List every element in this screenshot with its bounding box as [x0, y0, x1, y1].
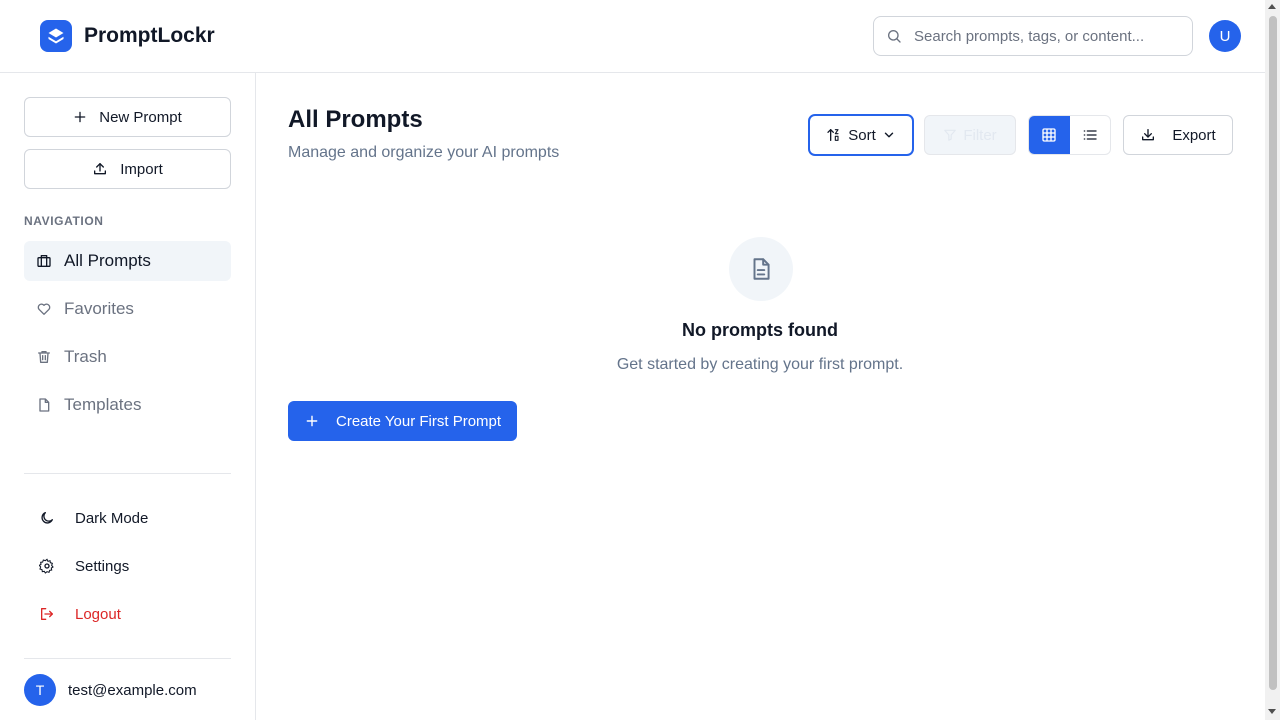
new-prompt-label: New Prompt: [99, 108, 182, 126]
layers-logo-icon: [40, 20, 72, 52]
grid-icon: [1042, 128, 1056, 142]
settings-label: Settings: [75, 557, 130, 575]
sidebar-item-templates[interactable]: Templates: [24, 385, 231, 425]
moon-icon: [41, 511, 53, 524]
grid-view-button[interactable]: [1029, 116, 1070, 154]
sidebar: New Prompt Import NAVIGATION All Prompts…: [0, 73, 256, 720]
file-icon: [39, 398, 50, 412]
sidebar-item-label: Favorites: [64, 299, 134, 318]
import-button[interactable]: Import: [24, 149, 231, 189]
avatar: T: [24, 674, 56, 706]
sort-icon: [827, 129, 839, 141]
dark-mode-toggle[interactable]: Dark Mode: [24, 498, 231, 538]
logout-label: Logout: [75, 605, 121, 623]
dark-mode-label: Dark Mode: [75, 509, 149, 527]
settings-button[interactable]: Settings: [24, 546, 231, 586]
scroll-up-icon[interactable]: [1268, 4, 1276, 9]
new-prompt-button[interactable]: New Prompt: [24, 97, 231, 137]
sidebar-item-label: Templates: [64, 395, 142, 414]
filter-button[interactable]: Filter: [924, 115, 1016, 155]
list-icon: [1083, 130, 1097, 140]
user-avatar[interactable]: U: [1209, 20, 1241, 52]
chevron-down-icon: [884, 132, 893, 138]
page-scrollbar[interactable]: [1265, 0, 1280, 720]
sidebar-divider: [24, 473, 231, 474]
sort-label: Sort: [848, 126, 876, 144]
sidebar-item-all-prompts[interactable]: All Prompts: [24, 241, 231, 281]
view-toggle: [1028, 115, 1111, 155]
export-label: Export: [1172, 126, 1216, 144]
scrollbar-thumb[interactable]: [1269, 16, 1277, 690]
create-first-prompt-label: Create Your First Prompt: [336, 412, 502, 430]
sort-button[interactable]: Sort: [808, 114, 914, 156]
search-box[interactable]: [873, 16, 1193, 56]
create-first-prompt-button[interactable]: Create Your First Prompt: [288, 401, 517, 441]
filter-icon: [944, 129, 957, 141]
top-header: PromptLockr U: [0, 0, 1265, 73]
trash-icon: [38, 351, 50, 363]
logout-button[interactable]: Logout: [24, 594, 231, 634]
folder-icon: [37, 255, 51, 267]
empty-state-description: Get started by creating your first promp…: [616, 356, 904, 373]
sidebar-item-trash[interactable]: Trash: [24, 337, 231, 377]
logout-icon: [41, 608, 53, 620]
export-button[interactable]: Export: [1123, 115, 1233, 155]
page-subtitle: Manage and organize your AI prompts: [288, 144, 560, 161]
download-icon: [1142, 129, 1155, 141]
heart-icon: [37, 303, 51, 315]
nav-heading: NAVIGATION: [24, 214, 104, 228]
plus-icon: [74, 111, 86, 123]
scroll-down-icon[interactable]: [1268, 709, 1276, 714]
page-title: All Prompts: [288, 106, 423, 133]
sidebar-item-label: All Prompts: [64, 251, 151, 270]
upload-icon: [94, 163, 107, 175]
plus-icon: [306, 415, 318, 427]
user-email: test@example.com: [68, 681, 197, 699]
user-profile[interactable]: T test@example.com: [24, 674, 197, 706]
search-input[interactable]: [914, 27, 1174, 45]
app-name: PromptLockr: [84, 24, 215, 47]
sidebar-divider: [24, 658, 231, 659]
sidebar-item-favorites[interactable]: Favorites: [24, 289, 231, 329]
gear-icon: [39, 558, 54, 574]
search-icon: [888, 30, 901, 43]
import-label: Import: [120, 160, 163, 178]
filter-label: Filter: [963, 126, 997, 144]
list-view-button[interactable]: [1070, 116, 1111, 154]
document-icon: [729, 237, 793, 301]
empty-state-title: No prompts found: [682, 320, 838, 340]
brand[interactable]: PromptLockr: [40, 20, 215, 52]
sidebar-item-label: Trash: [64, 347, 107, 366]
